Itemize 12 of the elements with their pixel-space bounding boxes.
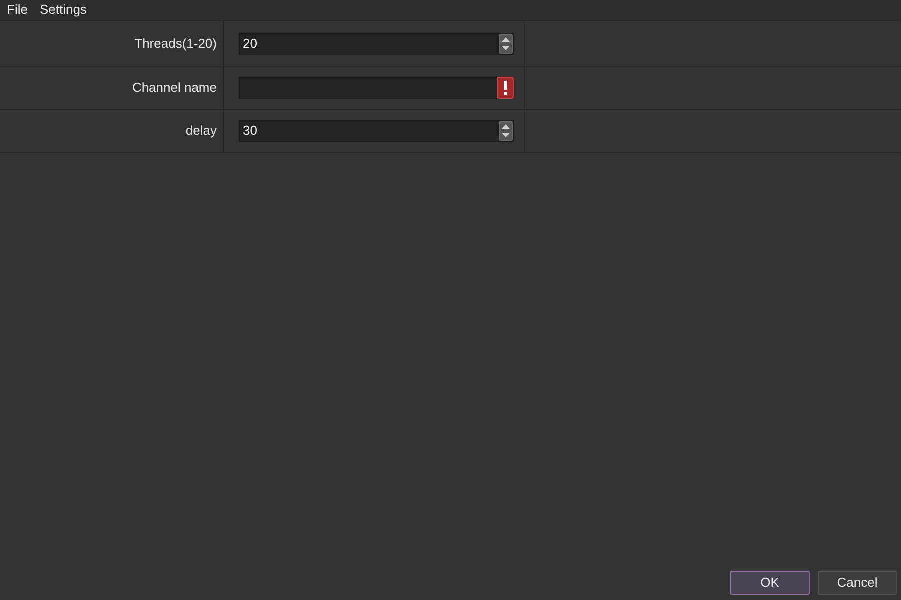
field-label: delay <box>186 122 217 140</box>
spin-arrows-icon[interactable] <box>499 34 513 54</box>
menu-item[interactable]: Settings <box>34 1 92 19</box>
menu-item[interactable]: File <box>2 1 33 19</box>
dialog-button[interactable]: OK <box>730 571 810 595</box>
field-label: Threads(1-20) <box>134 34 217 53</box>
spin-box[interactable]: 20 <box>239 32 514 54</box>
field-label: Channel name <box>132 79 217 98</box>
dialog-button[interactable]: Cancel <box>818 571 897 595</box>
text-field[interactable] <box>239 77 514 99</box>
spin-arrows-icon[interactable] <box>499 121 513 141</box>
spin-box[interactable]: 30 <box>239 120 514 142</box>
